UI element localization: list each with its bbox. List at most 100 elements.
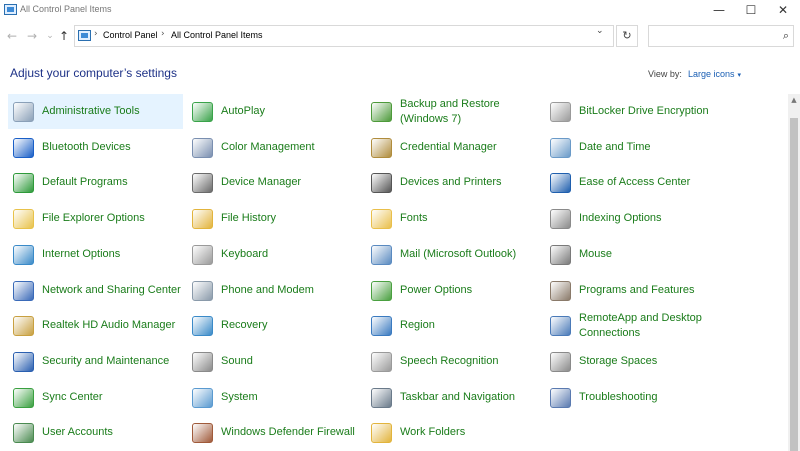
item-label[interactable]: Storage Spaces: [579, 344, 719, 379]
item-label[interactable]: Color Management: [221, 130, 361, 165]
control-panel-item[interactable]: Keyboard: [187, 237, 362, 272]
item-label[interactable]: Default Programs: [42, 165, 182, 200]
control-panel-item[interactable]: Security and Maintenance: [8, 344, 183, 379]
control-panel-item[interactable]: Default Programs: [8, 165, 183, 200]
item-label[interactable]: Programs and Features: [579, 273, 719, 308]
address-bar[interactable]: › Control Panel › All Control Panel Item…: [74, 25, 614, 47]
control-panel-item[interactable]: File History: [187, 201, 362, 236]
item-label[interactable]: RemoteApp and Desktop Connections: [579, 308, 719, 343]
control-panel-item[interactable]: RemoteApp and Desktop Connections: [545, 308, 720, 343]
item-label[interactable]: Ease of Access Center: [579, 165, 719, 200]
item-label[interactable]: File History: [221, 201, 361, 236]
control-panel-item[interactable]: Realtek HD Audio Manager: [8, 308, 183, 343]
control-panel-item[interactable]: Sound: [187, 344, 362, 379]
view-by-value[interactable]: Large icons: [688, 69, 735, 79]
control-panel-item[interactable]: Storage Spaces: [545, 344, 720, 379]
control-panel-item[interactable]: Indexing Options: [545, 201, 720, 236]
control-panel-item[interactable]: Network and Sharing Center: [8, 273, 183, 308]
control-panel-item[interactable]: Region: [366, 308, 541, 343]
item-label[interactable]: Realtek HD Audio Manager: [42, 308, 182, 343]
control-panel-item[interactable]: Credential Manager: [366, 130, 541, 165]
search-box[interactable]: ⌕: [648, 25, 794, 47]
item-label[interactable]: Recovery: [221, 308, 361, 343]
control-panel-item[interactable]: Windows Defender Firewall: [187, 415, 362, 450]
control-panel-item[interactable]: File Explorer Options: [8, 201, 183, 236]
up-button[interactable]: ↑: [56, 28, 72, 44]
keyboard-icon: [192, 244, 213, 265]
vertical-scrollbar[interactable]: ▲: [788, 94, 800, 451]
item-label[interactable]: Mouse: [579, 237, 719, 272]
item-label[interactable]: Sound: [221, 344, 361, 379]
item-label[interactable]: Administrative Tools: [42, 94, 182, 129]
control-panel-item[interactable]: Device Manager: [187, 165, 362, 200]
control-panel-item[interactable]: Ease of Access Center: [545, 165, 720, 200]
control-panel-item[interactable]: Speech Recognition: [366, 344, 541, 379]
breadcrumb-all-items[interactable]: All Control Panel Items: [171, 30, 263, 40]
item-label[interactable]: BitLocker Drive Encryption: [579, 94, 719, 129]
breadcrumb-separator[interactable]: ›: [161, 29, 165, 39]
control-panel-item[interactable]: Devices and Printers: [366, 165, 541, 200]
item-label[interactable]: Indexing Options: [579, 201, 719, 236]
item-label[interactable]: Devices and Printers: [400, 165, 540, 200]
control-panel-item[interactable]: Internet Options: [8, 237, 183, 272]
control-panel-item[interactable]: Fonts: [366, 201, 541, 236]
view-by-dropdown[interactable]: Large icons ▾: [688, 69, 741, 79]
close-button[interactable]: ✕: [764, 0, 800, 22]
breadcrumb-separator[interactable]: ›: [94, 29, 98, 39]
item-label[interactable]: Windows Defender Firewall: [221, 415, 361, 450]
control-panel-item[interactable]: Work Folders: [366, 415, 541, 450]
item-label[interactable]: Device Manager: [221, 165, 361, 200]
item-label[interactable]: Fonts: [400, 201, 540, 236]
control-panel-item[interactable]: Power Options: [366, 273, 541, 308]
scroll-thumb[interactable]: [790, 118, 798, 451]
item-label[interactable]: Bluetooth Devices: [42, 130, 182, 165]
control-panel-item[interactable]: Administrative Tools: [8, 94, 183, 129]
item-label[interactable]: Phone and Modem: [221, 273, 361, 308]
forward-button[interactable]: →: [24, 28, 40, 44]
refresh-button[interactable]: ↻: [616, 25, 638, 47]
item-label[interactable]: Speech Recognition: [400, 344, 540, 379]
control-panel-item[interactable]: Recovery: [187, 308, 362, 343]
control-panel-item[interactable]: Date and Time: [545, 130, 720, 165]
control-panel-item[interactable]: Mail (Microsoft Outlook): [366, 237, 541, 272]
item-label[interactable]: AutoPlay: [221, 94, 361, 129]
control-panel-item[interactable]: Mouse: [545, 237, 720, 272]
control-panel-item[interactable]: Troubleshooting: [545, 380, 720, 415]
breadcrumb-control-panel[interactable]: Control Panel: [103, 30, 158, 40]
control-panel-item[interactable]: Sync Center: [8, 380, 183, 415]
control-panel-item[interactable]: User Accounts: [8, 415, 183, 450]
item-label[interactable]: Region: [400, 308, 540, 343]
item-label[interactable]: File Explorer Options: [42, 201, 182, 236]
search-icon[interactable]: ⌕: [783, 29, 789, 43]
search-input[interactable]: [651, 28, 771, 44]
item-label[interactable]: Backup and Restore (Windows 7): [400, 94, 540, 129]
chevron-down-icon[interactable]: ▾: [738, 71, 742, 79]
item-label[interactable]: Troubleshooting: [579, 380, 719, 415]
item-label[interactable]: User Accounts: [42, 415, 182, 450]
control-panel-item[interactable]: Phone and Modem: [187, 273, 362, 308]
item-label[interactable]: Keyboard: [221, 237, 361, 272]
item-label[interactable]: Internet Options: [42, 237, 182, 272]
control-panel-item[interactable]: Color Management: [187, 130, 362, 165]
item-label[interactable]: Network and Sharing Center: [42, 273, 182, 308]
item-label[interactable]: Work Folders: [400, 415, 540, 450]
control-panel-item[interactable]: Taskbar and Navigation: [366, 380, 541, 415]
item-label[interactable]: Security and Maintenance: [42, 344, 182, 379]
item-label[interactable]: Sync Center: [42, 380, 182, 415]
item-label[interactable]: System: [221, 380, 361, 415]
item-label[interactable]: Date and Time: [579, 130, 719, 165]
control-panel-item[interactable]: Programs and Features: [545, 273, 720, 308]
item-label[interactable]: Power Options: [400, 273, 540, 308]
item-label[interactable]: Credential Manager: [400, 130, 540, 165]
control-panel-item[interactable]: BitLocker Drive Encryption: [545, 94, 720, 129]
back-button[interactable]: ←: [4, 28, 20, 44]
scroll-up-button[interactable]: ▲: [788, 94, 800, 106]
control-panel-item[interactable]: System: [187, 380, 362, 415]
control-panel-item[interactable]: AutoPlay: [187, 94, 362, 129]
item-label[interactable]: Taskbar and Navigation: [400, 380, 540, 415]
control-panel-item[interactable]: Backup and Restore (Windows 7): [366, 94, 541, 129]
phone-modem-icon: [192, 280, 213, 301]
item-label[interactable]: Mail (Microsoft Outlook): [400, 237, 540, 272]
address-dropdown-icon[interactable]: ⌄: [596, 26, 604, 36]
control-panel-item[interactable]: Bluetooth Devices: [8, 130, 183, 165]
